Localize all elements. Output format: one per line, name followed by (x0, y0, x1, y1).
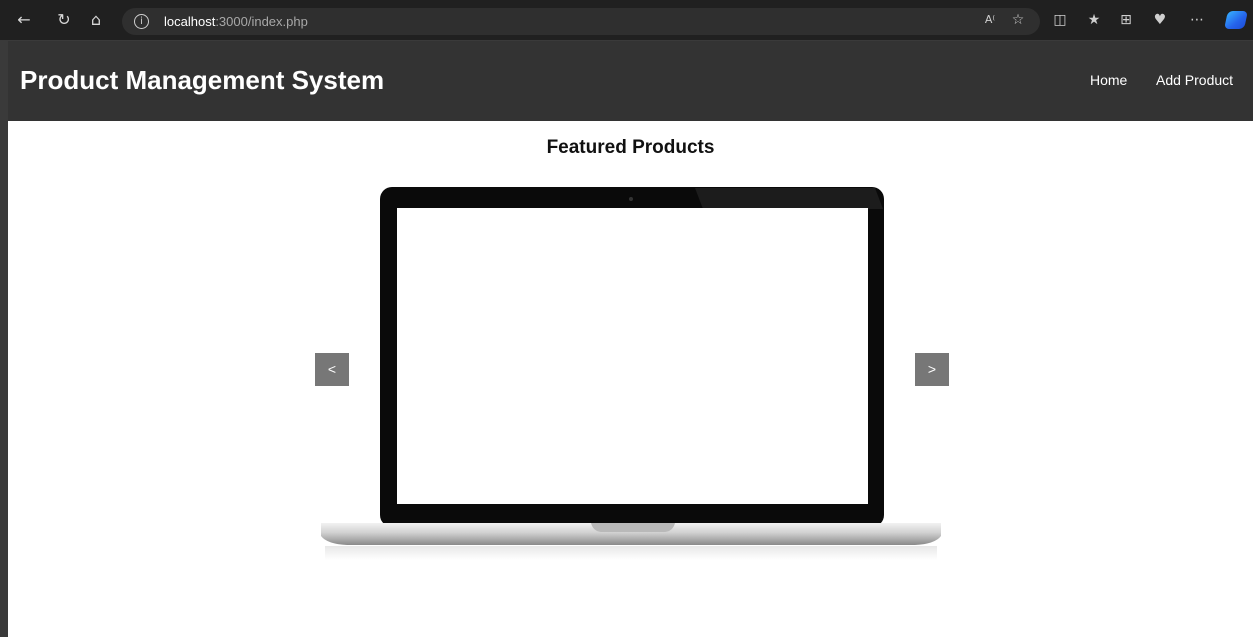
favorite-star-icon[interactable]: ☆ (1006, 8, 1030, 32)
url-path: :3000/index.php (215, 14, 308, 29)
info-icon[interactable]: i (134, 14, 149, 29)
read-aloud-icon[interactable]: A⁽ (978, 8, 1002, 32)
favorites-icon[interactable]: ★ (1082, 8, 1106, 32)
featured-products-title: Featured Products (546, 137, 715, 158)
browser-toolbar: ← ↻ ⌂ i localhost:3000/index.php A⁽ ☆ ◫ … (0, 0, 1253, 41)
featured-product-slide (315, 184, 955, 574)
more-icon[interactable]: ⋯ (1185, 8, 1209, 32)
url-host: localhost (164, 14, 216, 29)
main-content: Featured Products < > (8, 121, 1253, 637)
url-text[interactable]: localhost:3000/index.php (164, 14, 308, 29)
site-title: Product Management System (20, 65, 385, 95)
address-bar[interactable]: i localhost:3000/index.php (122, 8, 1040, 35)
nav-add-product-link[interactable]: Add Product (1156, 72, 1233, 88)
slider-next-button[interactable]: > (915, 353, 949, 386)
nav-home-link[interactable]: Home (1090, 72, 1127, 88)
refresh-icon[interactable]: ↻ (50, 6, 78, 34)
collections-icon[interactable]: ⊞ (1114, 8, 1138, 32)
home-icon[interactable]: ⌂ (82, 6, 110, 34)
split-screen-icon[interactable]: ◫ (1048, 8, 1072, 32)
back-icon[interactable]: ← (10, 6, 38, 34)
health-icon[interactable]: ♥ (1148, 8, 1172, 32)
copilot-icon[interactable] (1224, 11, 1248, 29)
site-header: Product Management System Home Add Produ… (8, 41, 1253, 121)
laptop-image (321, 187, 941, 560)
page-edge (0, 41, 8, 637)
